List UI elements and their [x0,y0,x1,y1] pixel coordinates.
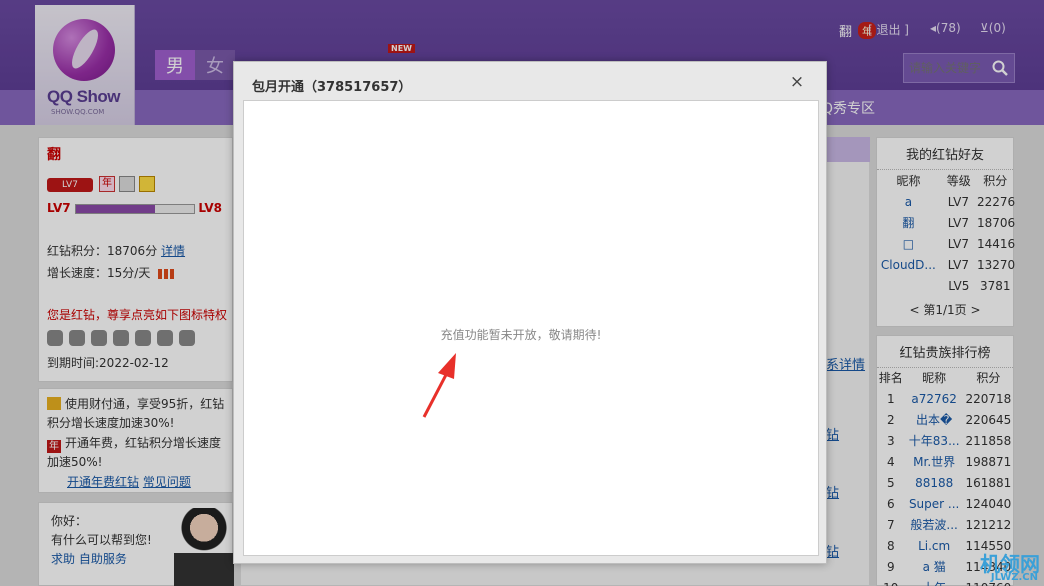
jlwz-watermark: 机领网 JLWZ.CN [948,548,1042,584]
dialog-title: 包月开通（378517657） [252,80,412,95]
recharge-unavailable-message: 充值功能暂未开放，敬请期待! [440,328,602,342]
red-arrow-icon [422,353,456,418]
dialog-body: 充值功能暂未开放，敬请期待! [243,100,819,556]
close-icon[interactable]: × [788,73,806,91]
monthly-subscription-dialog: 包月开通（378517657） × 充值功能暂未开放，敬请期待! [233,61,827,564]
watermark-subtext: JLWZ.CN [990,572,1038,583]
